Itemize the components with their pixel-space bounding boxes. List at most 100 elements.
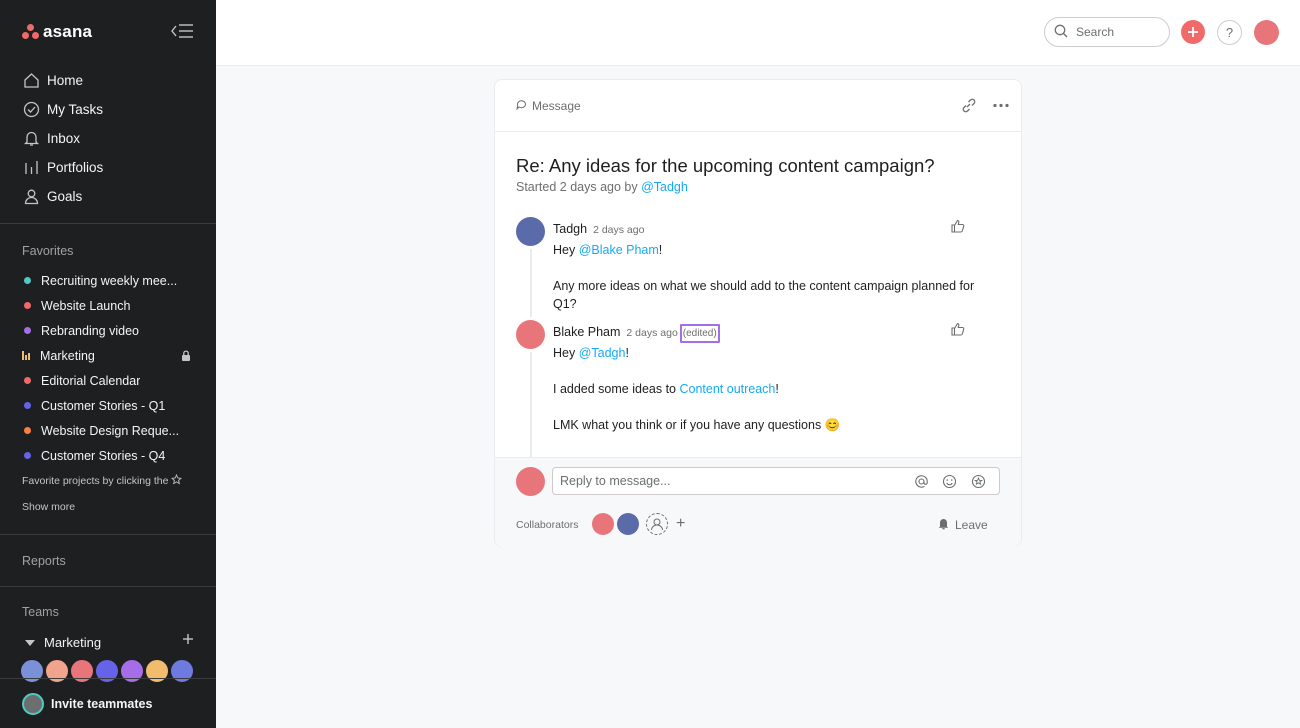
thumbs-up-icon[interactable] [951, 322, 965, 341]
collaborator-avatar[interactable] [592, 513, 614, 535]
favorite-item[interactable]: Recruiting weekly mee... [0, 268, 216, 293]
nav-my-tasks[interactable]: My Tasks [0, 95, 216, 124]
comment-body: Hey @Blake Pham! Any more ideas on what … [553, 241, 983, 331]
comment-author[interactable]: Blake Pham [553, 325, 620, 339]
team-name: Marketing [44, 634, 102, 650]
top-bar: Search ? [216, 0, 1300, 66]
speech-bubble-icon [516, 99, 527, 113]
search-placeholder: Search [1076, 25, 1115, 39]
team-marketing[interactable]: Marketing [22, 633, 198, 651]
star-icon [171, 473, 183, 488]
favorite-label: Marketing [40, 348, 95, 363]
caret-down-icon[interactable] [25, 635, 35, 650]
search-icon [1054, 24, 1068, 41]
comment-author[interactable]: Tadgh [553, 222, 587, 236]
comment: Tadgh 2 days ago Hey @Blake Pham! Any mor… [516, 217, 996, 317]
invite-teammates-button[interactable]: Invite teammates [0, 678, 216, 728]
message-subtitle-text: Started 2 days ago by [516, 180, 642, 194]
message-type: Message [516, 99, 581, 113]
nav-portfolios-label: Portfolios [47, 160, 104, 175]
message-card: Message Re: Any ideas for the upcoming c… [494, 79, 1022, 547]
comment-text: LMK what you think or if you have any qu… [553, 418, 841, 432]
comment-header: Tadgh 2 days ago [553, 222, 644, 236]
bell-icon [22, 130, 40, 148]
show-more-link[interactable]: Show more [22, 501, 75, 513]
message-header: Message [495, 80, 1021, 132]
mention-at-icon[interactable] [914, 474, 929, 494]
comment-time: 2 days ago [593, 224, 645, 236]
quick-add-button[interactable] [1181, 20, 1205, 44]
favorites-title[interactable]: Favorites [22, 244, 73, 258]
add-collaborator-button[interactable] [646, 513, 668, 535]
person-icon [22, 188, 40, 206]
leave-label: Leave [955, 518, 988, 532]
author-mention[interactable]: @Tadgh [641, 180, 688, 194]
add-team-member-icon[interactable] [182, 633, 194, 648]
appreciation-star-icon[interactable] [971, 474, 986, 494]
comment: Blake Pham 2 days ago (edited) Hey @Tadgh!… [516, 320, 996, 458]
sidebar-divider [0, 223, 216, 224]
check-circle-icon [22, 101, 40, 119]
nav-home[interactable]: Home [0, 66, 216, 95]
sidebar: asana Home My Tasks Inbox Portfolios Goa… [0, 0, 216, 728]
asana-logo[interactable]: asana [22, 22, 92, 42]
teams-title[interactable]: Teams [22, 605, 59, 619]
nav-inbox-label: Inbox [47, 131, 81, 146]
greeting-text: Hey [553, 243, 579, 257]
favorite-item[interactable]: Website Launch [0, 293, 216, 318]
thread-line [530, 352, 532, 458]
copy-link-icon[interactable] [960, 97, 977, 119]
nav-goals[interactable]: Goals [0, 182, 216, 211]
project-link[interactable]: Content outreach [679, 382, 775, 396]
emoji-icon[interactable] [942, 474, 957, 494]
reply-input[interactable] [560, 472, 900, 490]
collaborator-avatar[interactable] [617, 513, 639, 535]
message-type-label: Message [532, 99, 581, 113]
thumbs-up-icon[interactable] [951, 219, 965, 238]
comment-header: Blake Pham 2 days ago (edited) [553, 324, 720, 343]
lock-icon [181, 350, 191, 364]
add-collaborator-plus[interactable]: + [676, 515, 685, 533]
greeting-text: Hey [553, 346, 579, 360]
greeting-suffix: ! [625, 346, 629, 360]
user-mention[interactable]: @Blake Pham [579, 243, 659, 257]
help-button[interactable]: ? [1217, 20, 1242, 45]
project-color-dot [24, 452, 31, 459]
favorite-item[interactable]: Rebranding video [0, 318, 216, 343]
favorite-item[interactable]: Marketing [0, 343, 216, 368]
favorite-item[interactable]: Editorial Calendar [0, 368, 216, 393]
collapse-sidebar-icon[interactable] [170, 22, 196, 42]
leave-button[interactable]: Leave [937, 517, 988, 533]
nav-portfolios[interactable]: Portfolios [0, 153, 216, 182]
edited-badge: (edited) [679, 324, 720, 343]
thread-line [530, 249, 532, 317]
favorite-label: Rebranding video [41, 323, 139, 338]
user-avatar[interactable] [1254, 20, 1279, 45]
project-color-dot [24, 327, 31, 334]
more-options-icon[interactable] [992, 97, 1010, 119]
search-input[interactable]: Search [1044, 17, 1170, 47]
project-color-dot [24, 427, 31, 434]
favorite-item[interactable]: Customer Stories - Q1 [0, 393, 216, 418]
home-icon [22, 72, 40, 90]
user-mention[interactable]: @Tadgh [579, 346, 626, 360]
logo-text: asana [43, 22, 93, 41]
favorite-item[interactable]: Website Design Reque... [0, 418, 216, 443]
avatar[interactable] [516, 217, 545, 246]
reports-title[interactable]: Reports [22, 554, 66, 568]
nav-inbox[interactable]: Inbox [0, 124, 216, 153]
main-nav: Home My Tasks Inbox Portfolios Goals [0, 66, 216, 211]
message-title: Re: Any ideas for the upcoming content c… [516, 155, 935, 176]
reply-box[interactable] [552, 467, 1000, 495]
comment-text: I added some ideas to [553, 382, 680, 396]
comment-text: Any more ideas on what we should add to … [553, 279, 975, 311]
favorite-item[interactable]: Customer Stories - Q4 [0, 443, 216, 468]
favorites-list: Recruiting weekly mee... Website Launch … [0, 268, 216, 468]
nav-goals-label: Goals [47, 189, 83, 204]
favorite-label: Website Launch [41, 298, 131, 313]
bar-chart-icon [22, 159, 40, 177]
favorite-label: Customer Stories - Q1 [41, 398, 166, 413]
sidebar-divider [0, 534, 216, 535]
avatar[interactable] [516, 320, 545, 349]
message-footer: Collaborators + Leave [495, 457, 1021, 547]
